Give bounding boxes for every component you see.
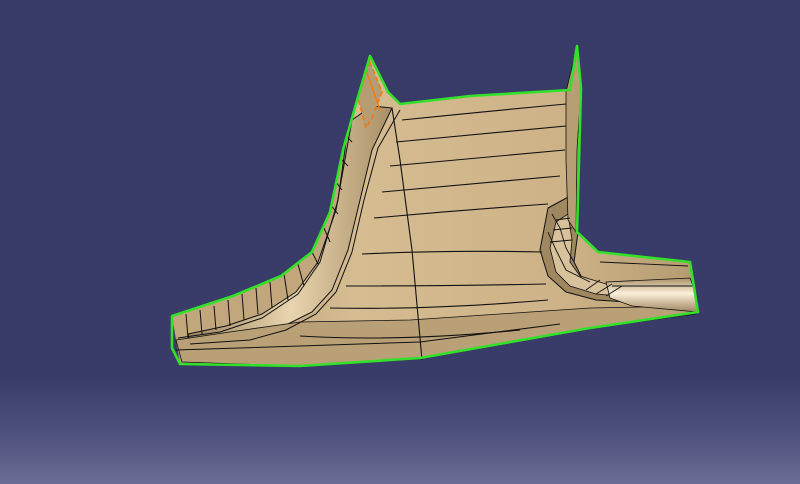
cad-model-canvas[interactable] bbox=[0, 0, 800, 484]
3d-viewport[interactable] bbox=[0, 0, 800, 484]
